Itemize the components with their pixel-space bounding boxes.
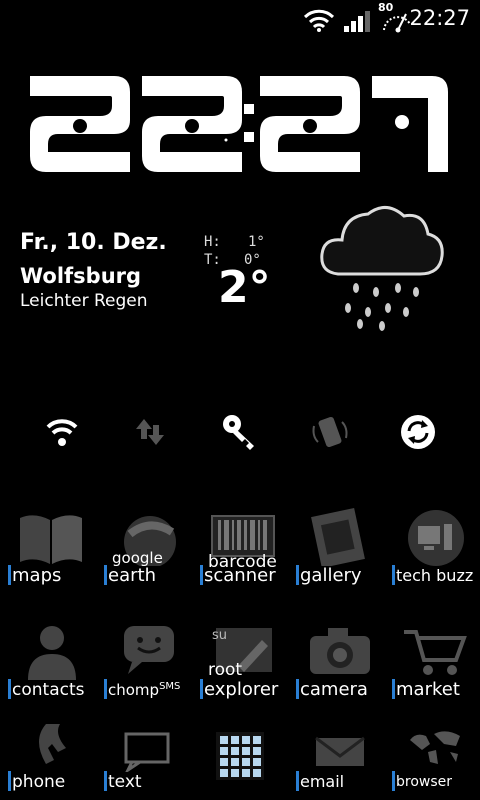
app-root-explorer[interactable]: su root explorer xyxy=(200,618,290,700)
weather-condition: Leichter Regen xyxy=(20,291,148,311)
app-contacts[interactable]: contacts xyxy=(8,618,98,700)
world-map-icon xyxy=(410,731,460,764)
app-label: email xyxy=(300,772,345,791)
app-label-top: root xyxy=(208,660,243,680)
app-label: camera xyxy=(300,679,368,700)
sync-icon xyxy=(401,415,435,449)
app-google-earth[interactable]: google earth xyxy=(104,504,194,586)
status-time: 22:27 xyxy=(409,6,470,30)
app-label: text xyxy=(108,772,142,792)
app-label: phone xyxy=(12,772,66,792)
app-text[interactable]: text xyxy=(104,710,194,792)
clock-widget[interactable] xyxy=(30,72,450,177)
app-market[interactable]: market xyxy=(392,618,480,700)
envelope-icon xyxy=(315,736,365,766)
shopping-cart-icon xyxy=(404,630,467,675)
data-arrows-icon xyxy=(136,419,164,445)
app-label: tech buzz xyxy=(396,566,474,585)
chat-bubble-icon xyxy=(124,626,174,674)
app-barcode-scanner[interactable]: barcode scanner xyxy=(200,504,290,586)
film-strip-icon xyxy=(311,507,365,566)
app-email[interactable]: email xyxy=(296,710,386,792)
sync-toggle[interactable] xyxy=(394,408,442,456)
app-label: gallery xyxy=(300,565,362,586)
rain-cloud-icon[interactable] xyxy=(316,196,448,332)
book-icon xyxy=(20,515,82,564)
app-label: explorer xyxy=(204,679,279,700)
app-phone[interactable]: phone xyxy=(8,710,98,792)
key-icon xyxy=(223,415,254,450)
app-gallery[interactable]: gallery xyxy=(296,504,386,586)
app-label: market xyxy=(396,679,460,700)
status-bar: 80 22:27 xyxy=(0,0,480,38)
grid-icon xyxy=(216,732,264,780)
app-camera[interactable]: camera xyxy=(296,618,386,700)
wifi-icon xyxy=(303,9,335,32)
app-label: earth xyxy=(108,565,156,586)
app-label: contacts xyxy=(12,680,85,700)
su-text: su xyxy=(212,628,228,643)
app-label: browser xyxy=(396,774,453,790)
high-temp-label: H: xyxy=(204,234,221,250)
computer-icon xyxy=(408,510,464,566)
app-label: scanner xyxy=(204,565,276,586)
message-icon xyxy=(124,732,170,772)
wifi-toggle[interactable] xyxy=(38,408,86,456)
app-drawer-button[interactable] xyxy=(216,732,264,780)
clock-digits xyxy=(30,76,448,172)
app-label-text: chomp xyxy=(108,681,160,699)
app-tech-buzz[interactable]: tech buzz xyxy=(392,504,480,586)
camera-icon xyxy=(310,628,370,674)
wifi-icon xyxy=(46,419,78,446)
high-temp-value: 1° xyxy=(248,234,265,250)
data-toggle[interactable] xyxy=(126,408,174,456)
weather-city: Wolfsburg xyxy=(20,264,142,288)
person-icon xyxy=(28,626,76,680)
app-chomp-sms[interactable]: chompSMS xyxy=(104,618,194,700)
rotate-toggle[interactable] xyxy=(306,408,354,456)
phone-handset-icon xyxy=(39,724,66,764)
app-label: chompSMS xyxy=(108,677,180,700)
app-label-top: google xyxy=(112,549,163,567)
app-browser[interactable]: browser xyxy=(392,710,480,792)
app-maps[interactable]: maps xyxy=(8,504,98,586)
app-label: maps xyxy=(12,565,62,586)
key-toggle[interactable] xyxy=(216,408,264,456)
signal-icon xyxy=(344,11,370,32)
app-label-sup: SMS xyxy=(159,681,181,692)
rotate-phone-icon xyxy=(312,416,348,448)
weather-date: Fr., 10. Dez. xyxy=(20,230,167,255)
current-temp: 2° xyxy=(218,262,271,313)
